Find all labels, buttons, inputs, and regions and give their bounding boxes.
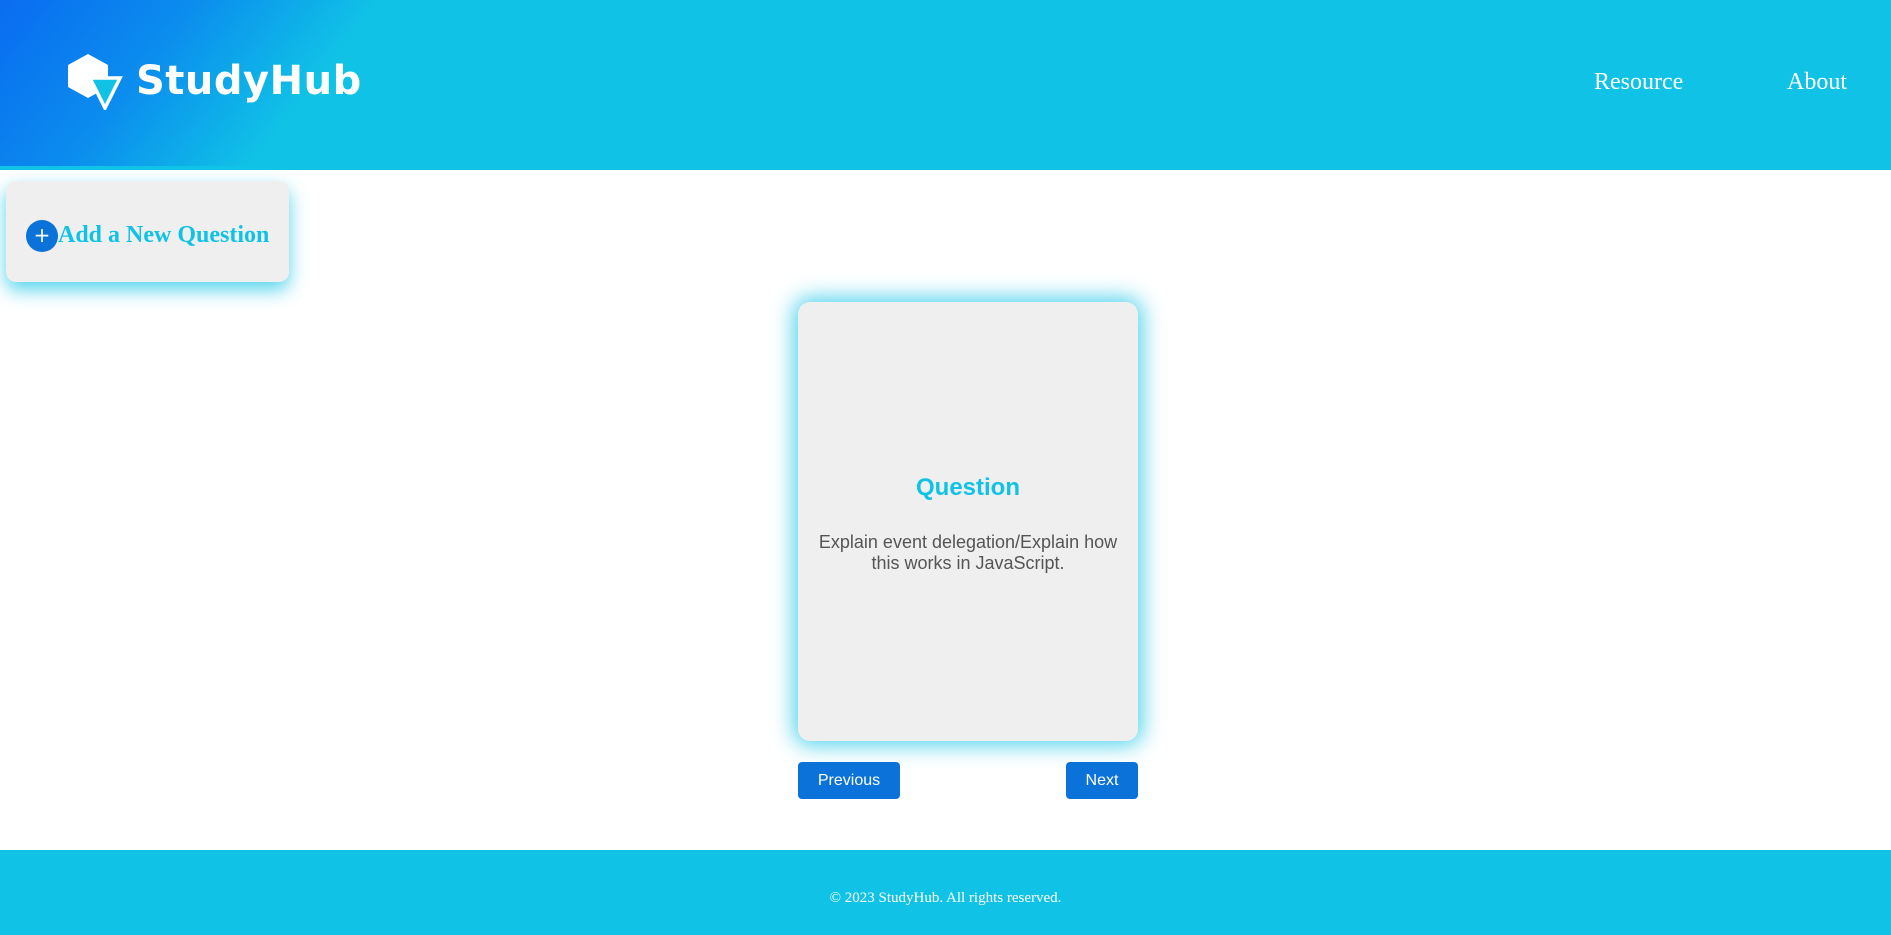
brand-name: StudyHub: [136, 58, 362, 104]
hexagon-triangle-logo-icon: [68, 54, 123, 110]
footer-copyright: © 2023 StudyHub. All rights reserved.: [829, 890, 1062, 906]
add-question-button[interactable]: + Add a New Question: [6, 181, 289, 282]
card-question-text: Explain event delegation/Explain how thi…: [818, 532, 1118, 573]
site-footer: © 2023 StudyHub. All rights reserved.: [0, 850, 1891, 935]
card-title: Question: [915, 474, 1020, 501]
plus-icon: +: [26, 220, 58, 252]
previous-button[interactable]: Previous: [798, 762, 900, 799]
nav-link-resource[interactable]: Resource: [1594, 70, 1683, 94]
brand[interactable]: StudyHub: [62, 52, 362, 110]
site-header: StudyHub Resource About: [0, 0, 1891, 170]
next-button[interactable]: Next: [1066, 762, 1138, 799]
add-question-label: Add a New Question: [58, 222, 270, 248]
nav-link-about[interactable]: About: [1787, 70, 1847, 94]
flashcard[interactable]: Question Explain event delegation/Explai…: [798, 302, 1138, 741]
